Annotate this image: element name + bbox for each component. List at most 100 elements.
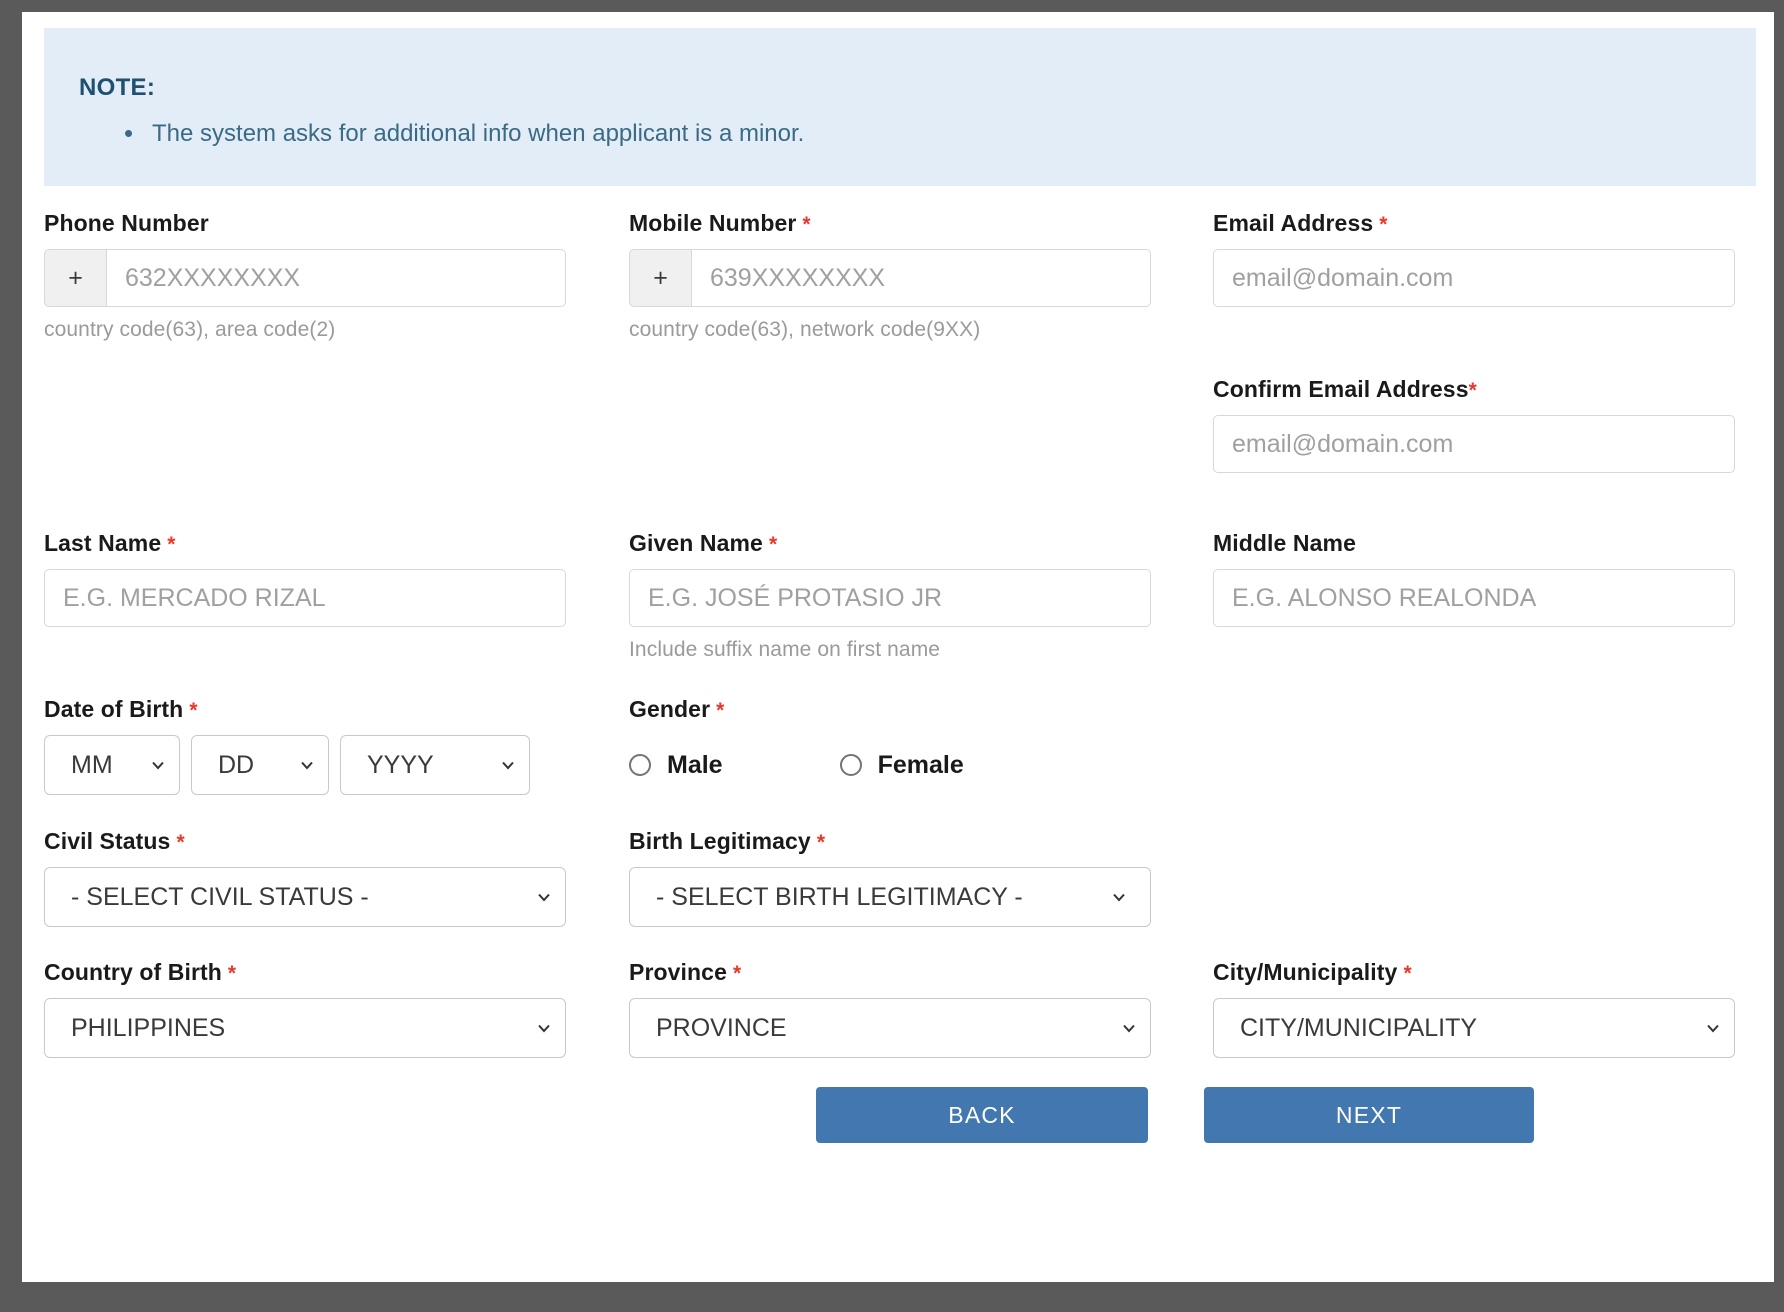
city-municipality-label-text: City/Municipality: [1213, 959, 1397, 985]
form-grid: Phone Number + 632XXXXXXXX country code(…: [44, 210, 1756, 1090]
date-of-birth-label: Date of Birth*: [44, 696, 566, 723]
last-name-input[interactable]: E.G. MERCADO RIZAL: [44, 569, 566, 627]
name-row: Last Name * E.G. MERCADO RIZAL Given Name…: [44, 530, 1756, 696]
required-asterisk: *: [802, 213, 810, 236]
back-button[interactable]: BACK: [816, 1087, 1148, 1143]
mobile-number-input[interactable]: 639XXXXXXXX: [691, 249, 1151, 307]
confirm-email-address-input[interactable]: email@domain.com: [1213, 415, 1735, 473]
middle-name-input[interactable]: E.G. ALONSO REALONDA: [1213, 569, 1735, 627]
phone-number-label: Phone Number: [44, 210, 566, 237]
required-asterisk: *: [769, 533, 777, 556]
note-title: NOTE:: [79, 74, 1726, 102]
browser-chrome-top: [0, 0, 1784, 12]
civil-status-label: Civil Status*: [44, 828, 566, 855]
required-asterisk: *: [1469, 379, 1477, 402]
middle-name-label-text: Middle Name: [1213, 530, 1356, 556]
dob-month-select[interactable]: MM: [44, 735, 180, 795]
required-asterisk: *: [733, 962, 741, 985]
status-row: Civil Status* - SELECT CIVIL STATUS - Bi…: [44, 828, 1756, 959]
mobile-number-input-group[interactable]: + 639XXXXXXXX: [629, 249, 1151, 307]
required-asterisk: *: [817, 831, 825, 854]
phone-number-group: Phone Number + 632XXXXXXXX country code(…: [44, 210, 566, 342]
confirm-email-address-label: Confirm Email Address*: [1213, 376, 1735, 403]
required-asterisk: *: [716, 699, 724, 722]
dob-month-wrapper: MM: [44, 735, 180, 795]
email-address-label-text: Email Address: [1213, 210, 1373, 236]
note-banner: NOTE: The system asks for additional inf…: [44, 28, 1756, 186]
chevron-down-icon: [537, 1021, 551, 1035]
mobile-country-prefix: +: [629, 249, 691, 307]
civil-status-group: Civil Status* - SELECT CIVIL STATUS -: [44, 828, 566, 927]
mobile-number-group: Mobile Number* + 639XXXXXXXX country cod…: [629, 210, 1151, 342]
form-page: NOTE: The system asks for additional inf…: [22, 12, 1774, 1282]
email-address-input[interactable]: email@domain.com: [1213, 249, 1735, 307]
phone-number-input[interactable]: 632XXXXXXXX: [106, 249, 566, 307]
next-button[interactable]: NEXT: [1204, 1087, 1534, 1143]
gender-label: Gender*: [629, 696, 1151, 723]
email-address-label: Email Address *: [1213, 210, 1735, 237]
middle-name-label: Middle Name: [1213, 530, 1735, 557]
chevron-down-icon: [300, 758, 314, 772]
note-list-item: The system asks for additional info when…: [152, 120, 1726, 149]
chevron-down-icon: [537, 890, 551, 904]
confirm-email-address-label-text: Confirm Email Address: [1213, 376, 1469, 402]
given-name-label: Given Name *: [629, 530, 1151, 557]
country-of-birth-label-text: Country of Birth: [44, 959, 222, 985]
given-name-helper: Include suffix name on first name: [629, 638, 1151, 662]
dob-day-wrapper: DD: [191, 735, 329, 795]
province-value: PROVINCE: [656, 1014, 787, 1043]
chevron-down-icon: [501, 758, 515, 772]
dob-year-select[interactable]: YYYY: [340, 735, 530, 795]
birth-legitimacy-label-text: Birth Legitimacy: [629, 828, 811, 854]
dob-day-value: DD: [218, 751, 254, 780]
form-button-bar: BACK NEXT: [44, 1087, 1756, 1143]
province-select[interactable]: PROVINCE: [629, 998, 1151, 1058]
dob-day-select[interactable]: DD: [191, 735, 329, 795]
birth-legitimacy-select[interactable]: - SELECT BIRTH LEGITIMACY -: [629, 867, 1151, 927]
gender-option-female[interactable]: Female: [840, 751, 964, 780]
dob-gender-row: Date of Birth* MM: [44, 696, 1756, 828]
chevron-down-icon: [151, 758, 165, 772]
dob-year-value: YYYY: [367, 751, 434, 780]
gender-option-female-label: Female: [878, 751, 964, 780]
country-of-birth-value: PHILIPPINES: [71, 1014, 225, 1043]
required-asterisk: *: [189, 699, 197, 722]
dob-month-value: MM: [71, 751, 113, 780]
given-name-label-text: Given Name: [629, 530, 763, 556]
civil-status-select[interactable]: - SELECT CIVIL STATUS -: [44, 867, 566, 927]
city-municipality-group: City/Municipality * CITY/MUNICIPALITY: [1213, 959, 1735, 1058]
phone-number-input-group[interactable]: + 632XXXXXXXX: [44, 249, 566, 307]
birthplace-row: Country of Birth * PHILIPPINES Province *: [44, 959, 1756, 1090]
birth-legitimacy-group: Birth Legitimacy * - SELECT BIRTH LEGITIM…: [629, 828, 1151, 927]
last-name-label-text: Last Name: [44, 530, 161, 556]
phone-number-helper: country code(63), area code(2): [44, 318, 566, 342]
province-label: Province *: [629, 959, 1151, 986]
given-name-input[interactable]: E.G. JOSÉ PROTASIO JR: [629, 569, 1151, 627]
birth-legitimacy-value: - SELECT BIRTH LEGITIMACY -: [656, 883, 1023, 912]
country-of-birth-select[interactable]: PHILIPPINES: [44, 998, 566, 1058]
required-asterisk: *: [1379, 213, 1387, 236]
middle-name-group: Middle Name E.G. ALONSO REALONDA: [1213, 530, 1735, 627]
radio-icon: [840, 754, 862, 776]
date-of-birth-group: Date of Birth* MM: [44, 696, 566, 795]
gender-option-male[interactable]: Male: [629, 751, 723, 780]
chevron-down-icon: [1122, 1021, 1136, 1035]
city-municipality-label: City/Municipality *: [1213, 959, 1735, 986]
browser-chrome-right: [1774, 0, 1784, 1312]
email-address-group: Email Address * email@domain.com: [1213, 210, 1735, 307]
required-asterisk: *: [1403, 962, 1411, 985]
last-name-label: Last Name *: [44, 530, 566, 557]
gender-radio-group: Male Female: [629, 735, 1151, 795]
civil-status-value: - SELECT CIVIL STATUS -: [71, 883, 369, 912]
mobile-number-label-text: Mobile Number: [629, 210, 796, 236]
date-of-birth-selects: MM DD: [44, 735, 566, 795]
note-list: The system asks for additional info when…: [74, 120, 1726, 149]
phone-number-label-text: Phone Number: [44, 210, 209, 236]
required-asterisk: *: [167, 533, 175, 556]
confirm-email-address-group: Confirm Email Address* email@domain.com: [1213, 376, 1735, 473]
province-label-text: Province: [629, 959, 727, 985]
dob-year-wrapper: YYYY: [340, 735, 530, 795]
city-municipality-select[interactable]: CITY/MUNICIPALITY: [1213, 998, 1735, 1058]
gender-option-male-label: Male: [667, 751, 723, 780]
contact-row: Phone Number + 632XXXXXXXX country code(…: [44, 210, 1756, 530]
